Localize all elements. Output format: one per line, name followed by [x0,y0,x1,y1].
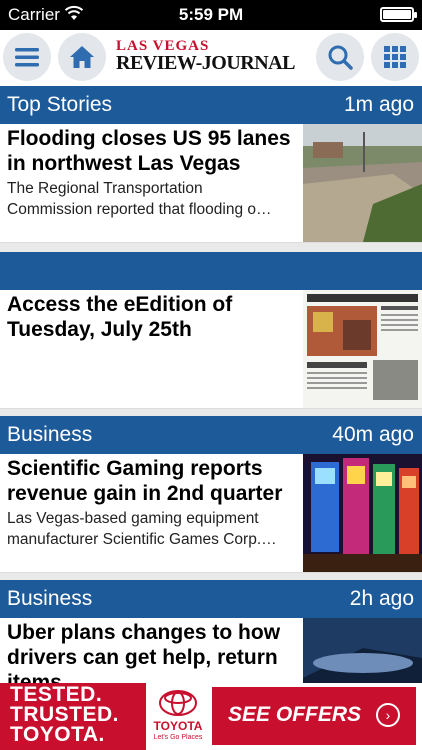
grid-icon [384,46,406,68]
ad-line-2: TRUSTED. [10,703,119,726]
story-title[interactable]: Access the eEdition of Tuesday, July 25t… [7,292,295,342]
app-header: LAS VEGAS REVIEW-JOURNAL [0,30,422,88]
section-label: Business [7,587,93,610]
see-offers-button[interactable]: SEE OFFERS › [212,687,416,745]
status-bar: Carrier 5:59 PM [0,0,422,30]
section-label: Business [7,423,93,446]
menu-icon [15,48,39,67]
story-title[interactable]: Flooding closes US 95 lanes in northwest… [7,126,295,176]
chevron-right-icon: › [376,703,400,727]
battery-icon [380,7,417,22]
search-button[interactable] [316,33,364,81]
story-card[interactable]: Top Stories 1m ago Flooding closes US 95… [0,86,422,243]
clock: 5:59 PM [178,5,244,24]
story-thumbnail-flooded-road[interactable] [303,124,422,242]
section-bar: Business 2h ago [0,580,422,618]
ad-line-3: TOYOTA. [10,723,105,746]
toyota-logo-icon [159,690,197,716]
ad-brand: TOYOTA [153,719,203,733]
ad-line-1: TESTED. [10,683,103,706]
story-card[interactable]: Business 40m ago Scientific Gaming repor… [0,416,422,573]
section-bar [0,252,422,290]
logo-line1: LAS VEGAS [116,38,210,54]
story-thumbnail-slot-machines[interactable] [303,454,422,572]
section-bar: Business 40m ago [0,416,422,454]
home-icon [70,46,94,68]
story-summary: Las Vegas-based gaming equipment manufac… [7,510,277,548]
section-label: Top Stories [7,93,113,116]
logo-line2: REVIEW-JOURNAL [116,52,295,74]
section-bar: Top Stories 1m ago [0,86,422,124]
ad-tagline: Let's Go Places [153,734,203,741]
story-summary: The Regional Transportation Commission r… [7,180,272,218]
story-thumbnail-newspaper[interactable] [303,290,422,408]
ad-headline: TESTED. TRUSTED. TOYOTA. [0,683,146,750]
ad-banner[interactable]: TESTED. TRUSTED. TOYOTA. TOYOTA Let's Go… [0,683,422,750]
story-card[interactable]: Access the eEdition of Tuesday, July 25t… [0,252,422,409]
search-icon [328,45,353,70]
story-title[interactable]: Scientific Gaming reports revenue gain i… [7,456,295,506]
app-logo: LAS VEGAS REVIEW-JOURNAL [116,39,308,77]
home-button[interactable] [58,33,106,81]
timestamp: 2h ago [349,587,414,610]
sections-grid-button[interactable] [371,33,419,81]
menu-button[interactable] [3,33,51,81]
timestamp: 40m ago [332,423,414,446]
timestamp: 1m ago [343,93,414,116]
ad-cta-label: SEE OFFERS [228,703,362,726]
ad-brand-block: TOYOTA Let's Go Places [146,683,210,750]
